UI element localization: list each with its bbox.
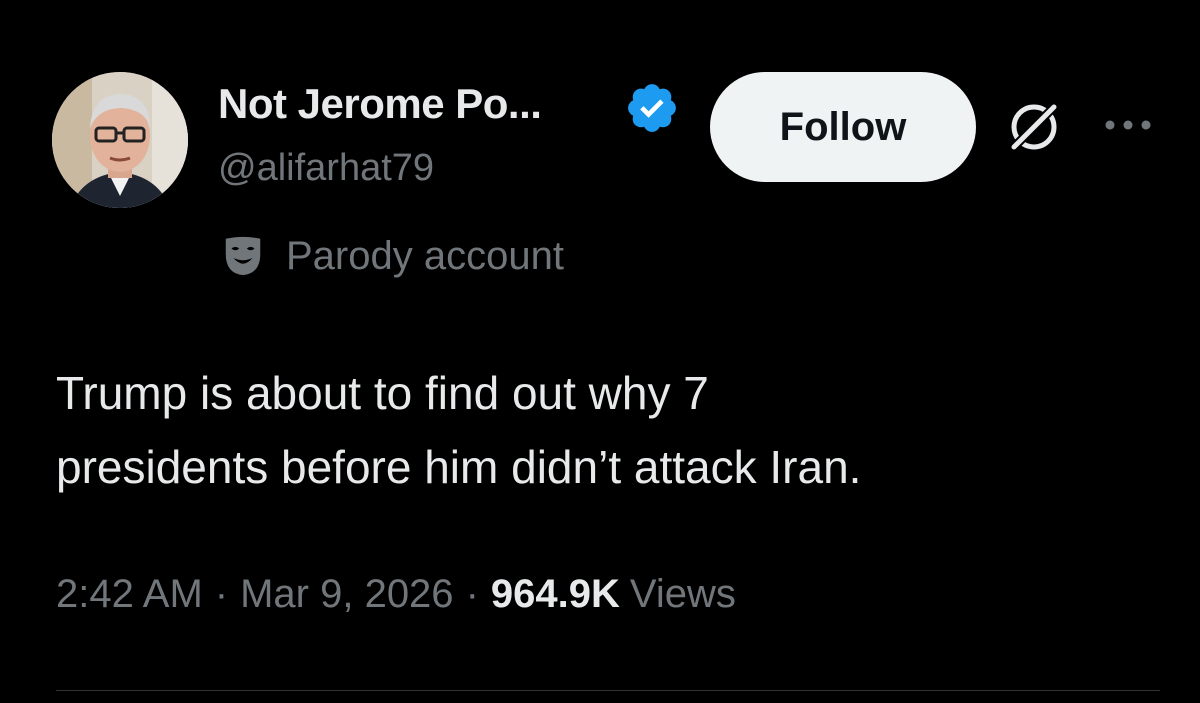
grok-icon[interactable]: [1002, 95, 1066, 159]
parody-indicator: Parody account: [220, 228, 564, 284]
tweet-text-line: presidents before him didn’t attack Iran…: [56, 441, 862, 493]
divider: [56, 690, 1160, 691]
follow-button[interactable]: Follow: [710, 72, 976, 182]
separator: ·: [214, 572, 229, 616]
more-options-icon[interactable]: [1100, 110, 1156, 140]
tweet-meta: 2:42 AM · Mar 9, 2026 · 964.9K Views: [56, 572, 736, 617]
user-handle[interactable]: @alifarhat79: [218, 147, 434, 190]
display-name[interactable]: Not Jerome Po...: [218, 80, 542, 128]
parody-label: Parody account: [286, 233, 564, 278]
tweet-text: Trump is about to find out why 7 preside…: [56, 356, 1156, 504]
tweet-time[interactable]: 2:42 AM: [56, 572, 203, 617]
separator: ·: [465, 572, 479, 616]
views-count[interactable]: 964.9K: [491, 572, 620, 617]
views-label: Views: [629, 572, 736, 616]
avatar-image: [52, 72, 188, 208]
parody-mask-icon: [225, 236, 261, 276]
verified-badge-icon[interactable]: [624, 80, 680, 136]
tweet-date[interactable]: Mar 9, 2026: [240, 572, 453, 617]
tweet-card: Not Jerome Po... @alifarhat79 Parody acc…: [0, 0, 1200, 703]
tweet-text-line: Trump is about to find out why 7: [56, 367, 709, 419]
avatar[interactable]: [52, 72, 188, 208]
